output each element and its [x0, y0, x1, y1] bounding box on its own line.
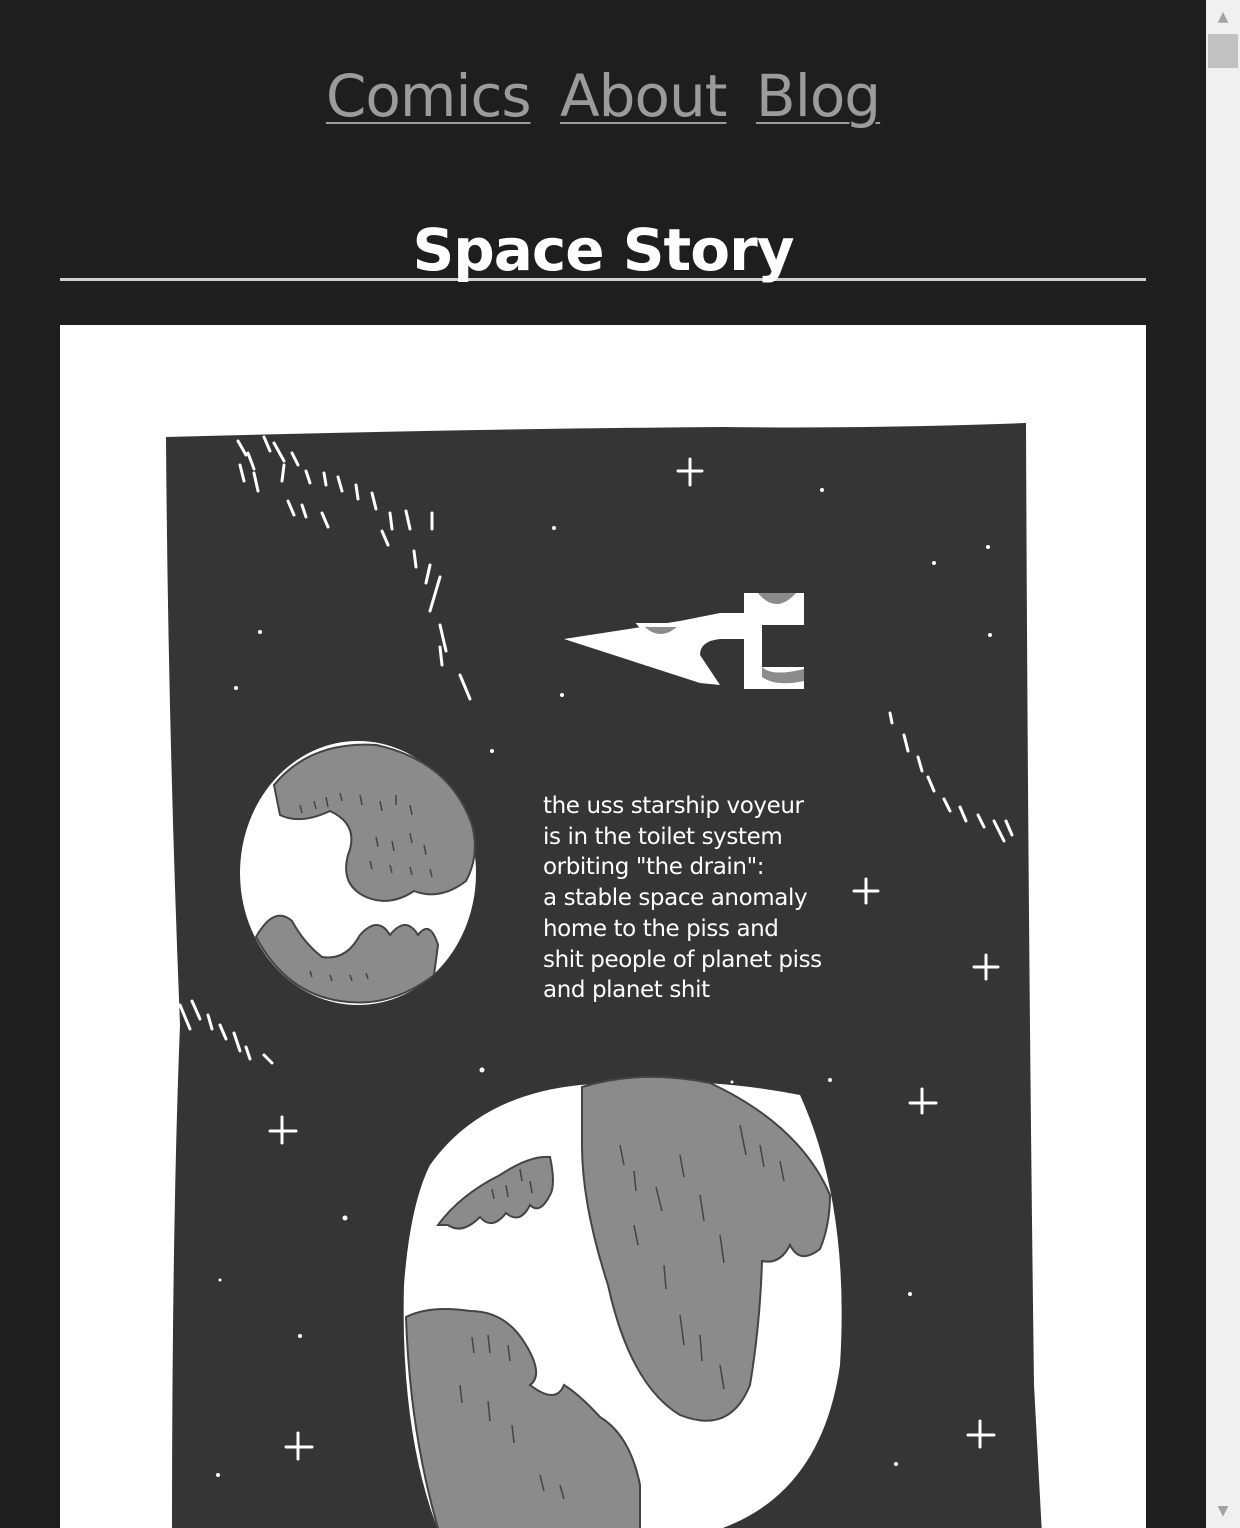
scrollbar-thumb[interactable]: [1208, 34, 1238, 68]
scroll-down-icon[interactable]: ▼: [1206, 1494, 1240, 1528]
page-title: Space Story: [412, 216, 794, 284]
scroll-up-icon[interactable]: ▲: [1206, 0, 1240, 34]
nav-link-comics[interactable]: Comics: [326, 62, 532, 130]
large-planet: [403, 1075, 842, 1528]
comic-image: the uss starship voyeur is in the toilet…: [60, 325, 1146, 1528]
nav-link-about[interactable]: About: [560, 62, 727, 130]
vertical-scrollbar[interactable]: ▲ ▼: [1206, 0, 1240, 1528]
comic-caption: the uss starship voyeur is in the toilet…: [543, 793, 822, 1004]
page-viewport: Comics About Blog Space Story the uss st…: [0, 0, 1206, 1528]
site-nav: Comics About Blog: [0, 58, 1206, 134]
nav-link-blog[interactable]: Blog: [756, 62, 881, 130]
page-title-block: Space Story: [60, 214, 1146, 284]
small-planet: [240, 741, 476, 1005]
